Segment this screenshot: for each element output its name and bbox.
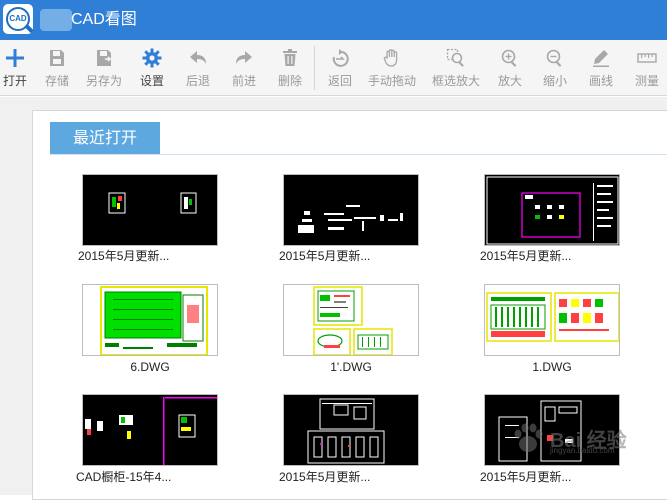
pan-label: 手动拖动 [367,74,416,88]
title-obscured-region [40,9,72,31]
zoom-out-label: 缩小 [542,74,567,88]
undo-arrow-icon [190,51,206,64]
file-thumbnail[interactable] [82,284,218,356]
watermark: Bai 经验 jingyan.baidu.com [510,420,660,456]
box-zoom-button[interactable]: 框选放大 [432,40,480,96]
tab-recent[interactable]: 最近打开 [50,122,160,155]
save-as-button[interactable]: 另存为 [86,40,122,96]
box-zoom-label: 框选放大 [431,74,480,88]
save-label: 存储 [44,74,69,88]
measure-label: 测量 [634,74,659,88]
file-thumbnail[interactable] [82,394,218,466]
ruler-icon [637,53,657,63]
settings-label: 设置 [139,74,164,88]
forward-button[interactable]: 前进 [230,40,258,96]
forward-label: 前进 [231,74,256,88]
file-thumbnail[interactable] [283,284,419,356]
pan-button[interactable]: 手动拖动 [368,40,416,96]
zoom-in-label: 放大 [497,74,522,88]
watermark-url: jingyan.baidu.com [550,446,615,455]
file-name[interactable]: 1.DWG [482,359,622,375]
paw-logo-icon [514,423,543,452]
open-label: 打开 [2,74,27,88]
trash-icon [283,49,297,66]
file-thumbnail[interactable] [82,174,218,246]
delete-button[interactable]: 删除 [276,40,304,96]
file-name[interactable]: 6.DWG [80,359,220,375]
zoom-in-button[interactable]: 放大 [496,40,524,96]
hand-icon [383,49,398,67]
file-name[interactable]: 2015年5月更新... [279,248,419,264]
file-name[interactable]: 2015年5月更新... [480,248,620,264]
window-title: CAD看图 [71,11,137,28]
save-button[interactable]: 存储 [44,40,70,96]
plus-icon [6,49,24,67]
back-label: 后退 [185,74,210,88]
toolbar: 打开 存储 另存为 设置 后退 前进 删除 返回 手动拖动 框选放大 放大 缩小… [0,40,667,96]
return-label: 返回 [327,74,352,88]
gear-icon [142,48,162,68]
zoom-in-icon [501,49,517,67]
app-logo-icon: CAD [3,4,34,34]
zoom-out-button[interactable]: 缩小 [541,40,569,96]
settings-button[interactable]: 设置 [138,40,166,96]
open-button[interactable]: 打开 [2,40,28,96]
file-name[interactable]: CAD橱柜-15年4... [76,469,216,485]
back-button[interactable]: 后退 [184,40,212,96]
save-as-label: 另存为 [85,74,122,88]
file-name[interactable]: 1'.DWG [281,359,421,375]
draw-line-label: 画线 [588,74,613,88]
file-name[interactable]: 2015年5月更新... [279,469,419,485]
file-thumbnail[interactable] [283,394,419,466]
draw-line-button[interactable]: 画线 [587,40,615,96]
pen-icon [593,50,609,67]
redo-arrow-icon [236,51,252,64]
delete-label: 删除 [277,74,302,88]
return-button[interactable]: 返回 [326,40,354,96]
save-as-icon [97,50,112,66]
file-name[interactable]: 2015年5月更新... [78,248,218,264]
file-thumbnail[interactable] [484,284,620,356]
rotate-back-icon [332,49,349,67]
toolbar-separator [314,46,315,90]
tab-underline [50,154,667,155]
file-thumbnail[interactable] [283,174,419,246]
zoom-out-icon [546,49,562,67]
file-name[interactable]: 2015年5月更新... [480,469,620,485]
box-zoom-icon [446,48,464,67]
measure-button[interactable]: 测量 [633,40,661,96]
save-icon [50,50,64,66]
file-thumbnail[interactable] [484,174,620,246]
title-bar: CAD CAD看图 [0,0,667,40]
